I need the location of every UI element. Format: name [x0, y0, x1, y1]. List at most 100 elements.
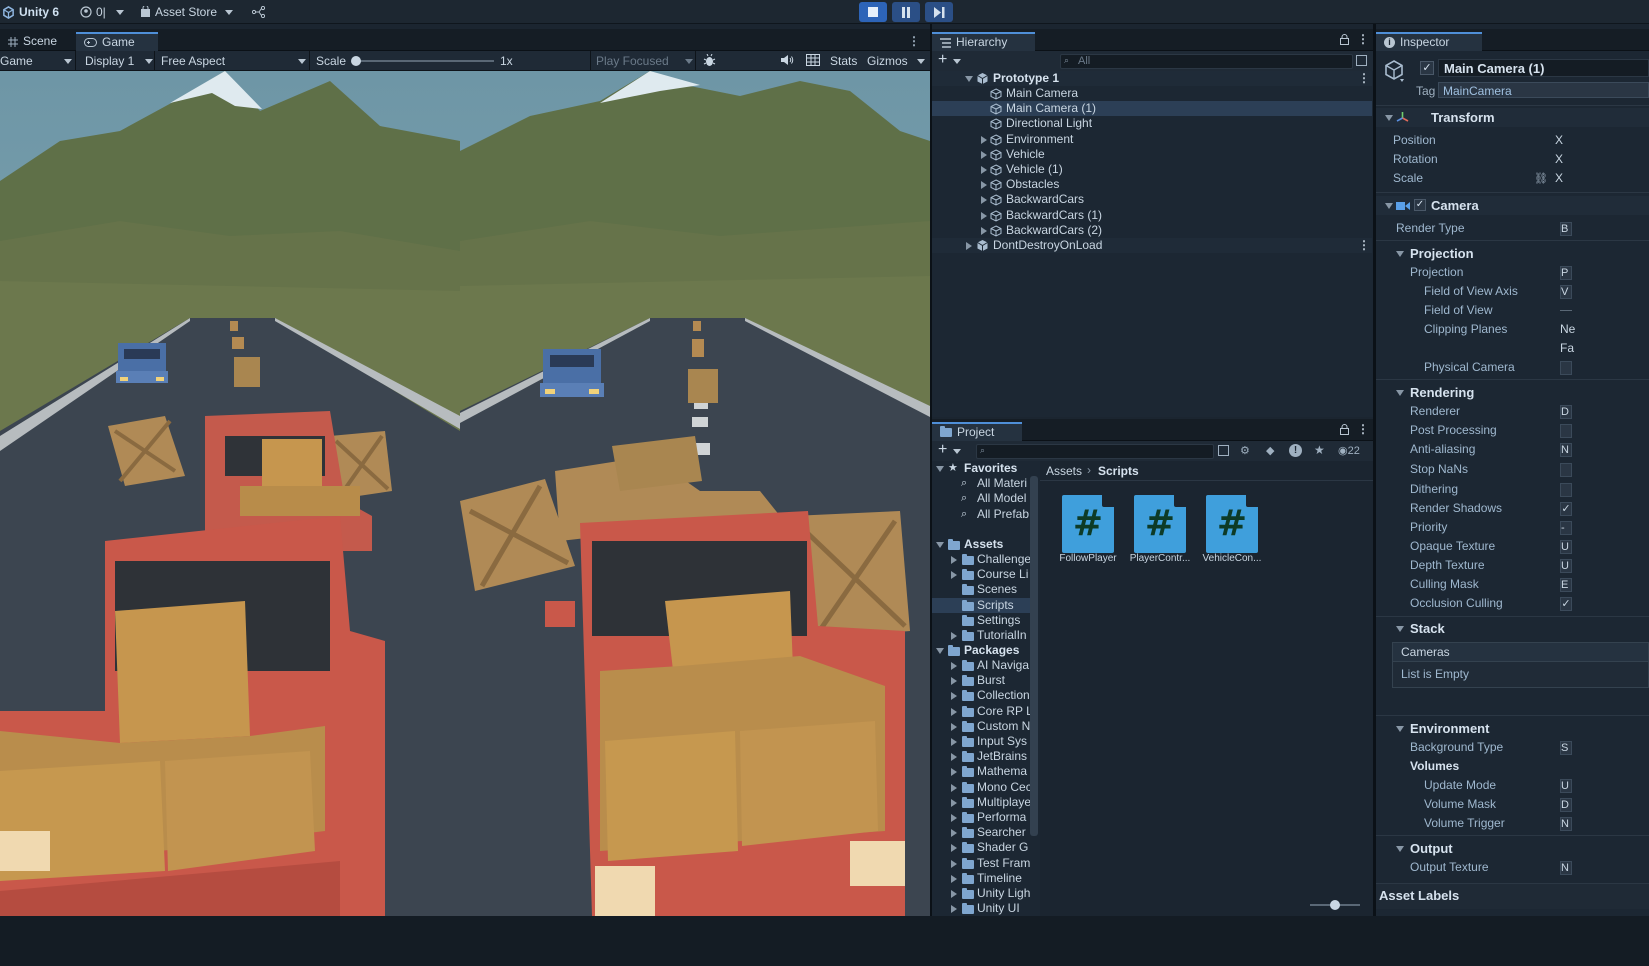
hierarchy-item[interactable]: BackwardCars (2)	[932, 223, 1372, 238]
favorite-star-icon[interactable]: ★	[1314, 443, 1325, 457]
expand-arrow-icon[interactable]	[1396, 846, 1404, 852]
lock-icon[interactable]	[1340, 424, 1349, 438]
expand-arrow-icon[interactable]	[981, 196, 987, 205]
post-processing-checkbox[interactable]	[1560, 424, 1572, 438]
expand-arrow-icon[interactable]	[951, 556, 957, 564]
package-item[interactable]: Core RP L	[932, 704, 1032, 719]
stats-button[interactable]: Stats	[830, 54, 857, 68]
expand-arrow-icon[interactable]	[951, 798, 957, 807]
asset-folder-item[interactable]: TutorialIn	[932, 628, 1032, 643]
asset-folder-item[interactable]: Scripts	[932, 597, 1030, 613]
expand-arrow-icon[interactable]	[951, 677, 957, 686]
hierarchy-item[interactable]: BackwardCars (1)	[932, 208, 1372, 223]
account-button[interactable]: 0|	[80, 4, 124, 20]
link-icon[interactable]: ⛓	[1534, 172, 1548, 185]
scene-more-menu-icon[interactable]: ⋮	[1358, 71, 1370, 86]
search-options-icon[interactable]	[1218, 445, 1229, 456]
package-item[interactable]: Custom N	[932, 719, 1032, 734]
package-item[interactable]: Burst	[932, 673, 1032, 688]
script-name[interactable]: VehicleCon...	[1192, 553, 1272, 564]
fov-axis-dropdown[interactable]: V	[1560, 285, 1572, 299]
game-viewport[interactable]	[0, 71, 930, 916]
expand-arrow-icon[interactable]	[965, 76, 973, 82]
expand-arrow-icon[interactable]	[951, 738, 957, 746]
search-options-icon[interactable]	[1356, 55, 1367, 66]
expand-arrow-icon[interactable]	[951, 905, 957, 914]
package-item[interactable]: Unity Ligh	[932, 886, 1032, 901]
render-shadows-checkbox[interactable]: ✓	[1560, 502, 1572, 516]
log-warning-icon[interactable]: !	[1289, 444, 1302, 457]
environment-header[interactable]: Environment	[1396, 719, 1489, 738]
script-name[interactable]: FollowPlayer	[1048, 553, 1128, 564]
hierarchy-item[interactable]: Obstacles	[932, 177, 1372, 192]
anti-aliasing-dropdown[interactable]: N	[1560, 443, 1572, 457]
add-icon[interactable]: +	[938, 442, 947, 458]
dithering-checkbox[interactable]	[1560, 483, 1572, 497]
scale-slider-handle[interactable]	[351, 56, 361, 66]
expand-arrow-icon[interactable]	[951, 632, 957, 640]
expand-arrow-icon[interactable]	[951, 874, 957, 883]
tag-dropdown[interactable]: MainCamera	[1438, 82, 1649, 98]
asset-folder-item[interactable]: Course Li	[932, 567, 1032, 582]
active-checkbox[interactable]: ✓	[1420, 61, 1434, 75]
pause-button[interactable]	[892, 2, 920, 22]
package-item[interactable]: Test Fram	[932, 856, 1032, 871]
dont-destroy-row[interactable]: DontDestroyOnLoad ⋮	[932, 238, 1372, 253]
version-control-button[interactable]	[252, 4, 265, 20]
expand-arrow-icon[interactable]	[951, 707, 957, 716]
favorite-item[interactable]: ⌕ All Prefab	[932, 507, 1032, 522]
expand-arrow-icon[interactable]	[1396, 390, 1404, 396]
breadcrumb-scripts[interactable]: Scripts	[1098, 464, 1139, 478]
expand-arrow-icon[interactable]	[951, 768, 957, 777]
bug-icon[interactable]	[703, 53, 716, 70]
filter-label-icon[interactable]: ◆	[1266, 444, 1274, 457]
play-button[interactable]	[859, 2, 887, 22]
tab-hierarchy[interactable]: Hierarchy	[932, 32, 1035, 51]
chevron-down-icon[interactable]	[953, 449, 961, 454]
expand-arrow-icon[interactable]	[936, 542, 944, 548]
expand-arrow-icon[interactable]	[1396, 626, 1404, 632]
game-more-menu-icon[interactable]: ⋮	[908, 34, 920, 48]
background-type-dropdown[interactable]: S	[1560, 741, 1572, 755]
package-item[interactable]: Searcher	[932, 825, 1032, 840]
csharp-script-icon[interactable]: #	[1206, 495, 1258, 553]
output-texture-field[interactable]: N	[1560, 861, 1572, 875]
package-item[interactable]: Multiplaye	[932, 795, 1032, 810]
transform-header[interactable]: Transform	[1376, 108, 1649, 127]
hierarchy-item[interactable]: BackwardCars	[932, 192, 1372, 207]
scale-slider-track[interactable]	[356, 60, 494, 62]
package-item[interactable]: AI Naviga	[932, 658, 1032, 673]
expand-arrow-icon[interactable]	[1385, 115, 1393, 121]
add-icon[interactable]: +	[938, 52, 947, 68]
camera-enabled-checkbox[interactable]: ✓	[1414, 199, 1426, 211]
hierarchy-item[interactable]: Vehicle (1)	[932, 162, 1372, 177]
expand-arrow-icon[interactable]	[981, 135, 987, 144]
script-name[interactable]: PlayerContr...	[1120, 553, 1200, 564]
hierarchy-search-input[interactable]: ⌕ All	[1060, 54, 1353, 69]
asset-store-button[interactable]: Asset Store	[140, 4, 234, 20]
expand-arrow-icon[interactable]	[966, 242, 972, 250]
project-more-menu-icon[interactable]: ⋮	[1357, 422, 1369, 436]
filter-type-icon[interactable]: ⚙	[1240, 444, 1250, 457]
expand-arrow-icon[interactable]	[936, 648, 944, 654]
assets-root-row[interactable]: Assets	[932, 537, 1032, 552]
hidden-packages-toggle[interactable]: ◉22	[1338, 444, 1360, 457]
expand-arrow-icon[interactable]	[981, 181, 987, 190]
output-header[interactable]: Output	[1396, 839, 1453, 858]
expand-arrow-icon[interactable]	[1396, 251, 1404, 257]
tab-scene[interactable]: Scene	[0, 32, 65, 51]
grid-layout-icon[interactable]	[806, 54, 820, 69]
projection-dropdown[interactable]: P	[1560, 266, 1572, 280]
expand-arrow-icon[interactable]	[1385, 203, 1393, 209]
occlusion-culling-checkbox[interactable]: ✓	[1560, 597, 1572, 611]
packages-root-row[interactable]: Packages	[932, 643, 1032, 658]
tab-inspector[interactable]: i Inspector	[1376, 32, 1482, 51]
expand-arrow-icon[interactable]	[951, 722, 957, 731]
display-dropdown[interactable]: Display 1	[77, 51, 155, 71]
physical-camera-checkbox[interactable]	[1560, 361, 1572, 375]
package-item[interactable]: Mathema	[932, 764, 1032, 779]
expand-arrow-icon[interactable]	[951, 783, 957, 792]
dont-destroy-more-menu-icon[interactable]: ⋮	[1358, 238, 1370, 253]
depth-texture-dropdown[interactable]: U	[1560, 559, 1572, 573]
opaque-texture-dropdown[interactable]: U	[1560, 540, 1572, 554]
